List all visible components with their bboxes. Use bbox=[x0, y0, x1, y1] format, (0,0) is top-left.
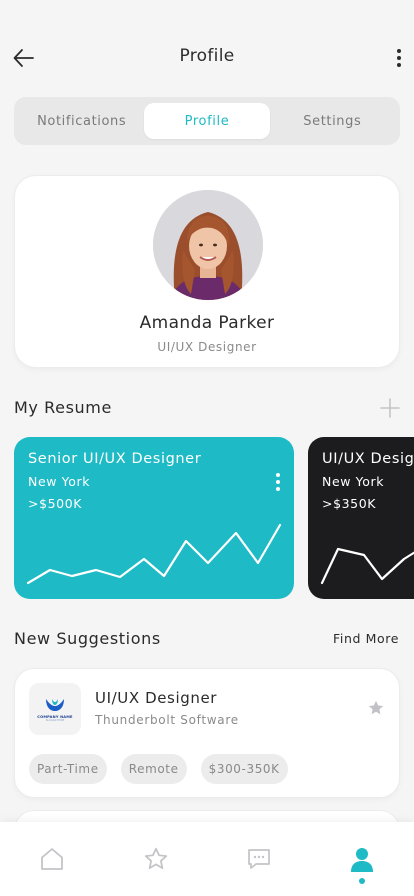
segmented-tabs: Notifications Profile Settings bbox=[14, 97, 400, 145]
resume-card-sparkline bbox=[320, 547, 414, 585]
company-logo: COMPANY NAME SLOGAN HERE bbox=[29, 683, 81, 735]
profile-card: Amanda Parker UI/UX Designer bbox=[14, 175, 400, 368]
more-options-button[interactable] bbox=[392, 44, 406, 72]
tab-notifications[interactable]: Notifications bbox=[19, 103, 144, 139]
resume-card-more-button[interactable] bbox=[272, 471, 284, 493]
job-tag: $300-350K bbox=[200, 754, 288, 784]
job-title: UI/UX Designer bbox=[95, 689, 218, 707]
chat-icon bbox=[248, 849, 270, 869]
user-name: Amanda Parker bbox=[139, 313, 275, 333]
more-vertical-icon bbox=[276, 473, 280, 491]
plus-icon bbox=[380, 398, 400, 418]
job-company: Thunderbolt Software bbox=[95, 713, 239, 727]
tab-settings[interactable]: Settings bbox=[270, 103, 395, 139]
company-logo-slogan: SLOGAN HERE bbox=[45, 718, 65, 722]
bottom-nav bbox=[0, 822, 414, 896]
tab-profile[interactable]: Profile bbox=[144, 103, 270, 139]
find-more-link[interactable]: Find More bbox=[333, 631, 399, 646]
nav-favorites[interactable] bbox=[141, 844, 171, 874]
job-tag: Part-Time bbox=[29, 754, 107, 784]
app-header: Profile bbox=[0, 0, 414, 96]
resume-card-city: New York bbox=[28, 474, 91, 489]
resume-card-salary: >$500K bbox=[28, 496, 83, 511]
add-resume-button[interactable] bbox=[378, 396, 402, 420]
bookmark-button[interactable] bbox=[367, 699, 387, 719]
nav-home[interactable] bbox=[37, 844, 67, 874]
star-icon bbox=[144, 847, 168, 869]
section-title-new-suggestions: New Suggestions bbox=[14, 629, 161, 648]
more-vertical-icon bbox=[397, 49, 401, 67]
nav-messages[interactable] bbox=[244, 844, 274, 874]
page-title: Profile bbox=[179, 46, 235, 66]
star-icon bbox=[368, 700, 384, 715]
section-title-my-resume: My Resume bbox=[14, 398, 112, 417]
company-logo-icon bbox=[46, 698, 64, 711]
active-nav-indicator bbox=[359, 878, 365, 884]
user-icon bbox=[351, 848, 373, 872]
profile-screen: Profile Notifications Profile Settings A… bbox=[0, 0, 414, 896]
user-role: UI/UX Designer bbox=[157, 340, 257, 354]
resume-card-sparkline bbox=[26, 523, 282, 585]
profile-photo bbox=[153, 190, 263, 300]
nav-profile[interactable] bbox=[347, 844, 377, 874]
job-suggestion-card[interactable]: COMPANY NAME SLOGAN HERE UI/UX Designer … bbox=[14, 668, 400, 798]
resume-card-city: New York bbox=[322, 474, 385, 489]
job-tag: Remote bbox=[120, 754, 187, 784]
resume-card[interactable]: UI/UX Designer New York >$350K bbox=[308, 437, 414, 599]
resume-card-salary: >$350K bbox=[322, 496, 377, 511]
avatar[interactable] bbox=[153, 190, 263, 300]
resume-card[interactable]: Senior UI/UX Designer New York >$500K bbox=[14, 437, 294, 599]
job-tags: Part-Time Remote $300-350K bbox=[29, 754, 288, 784]
home-icon bbox=[41, 848, 63, 870]
resume-card-title: Senior UI/UX Designer bbox=[28, 451, 202, 467]
resume-card-title: UI/UX Designer bbox=[322, 451, 414, 467]
